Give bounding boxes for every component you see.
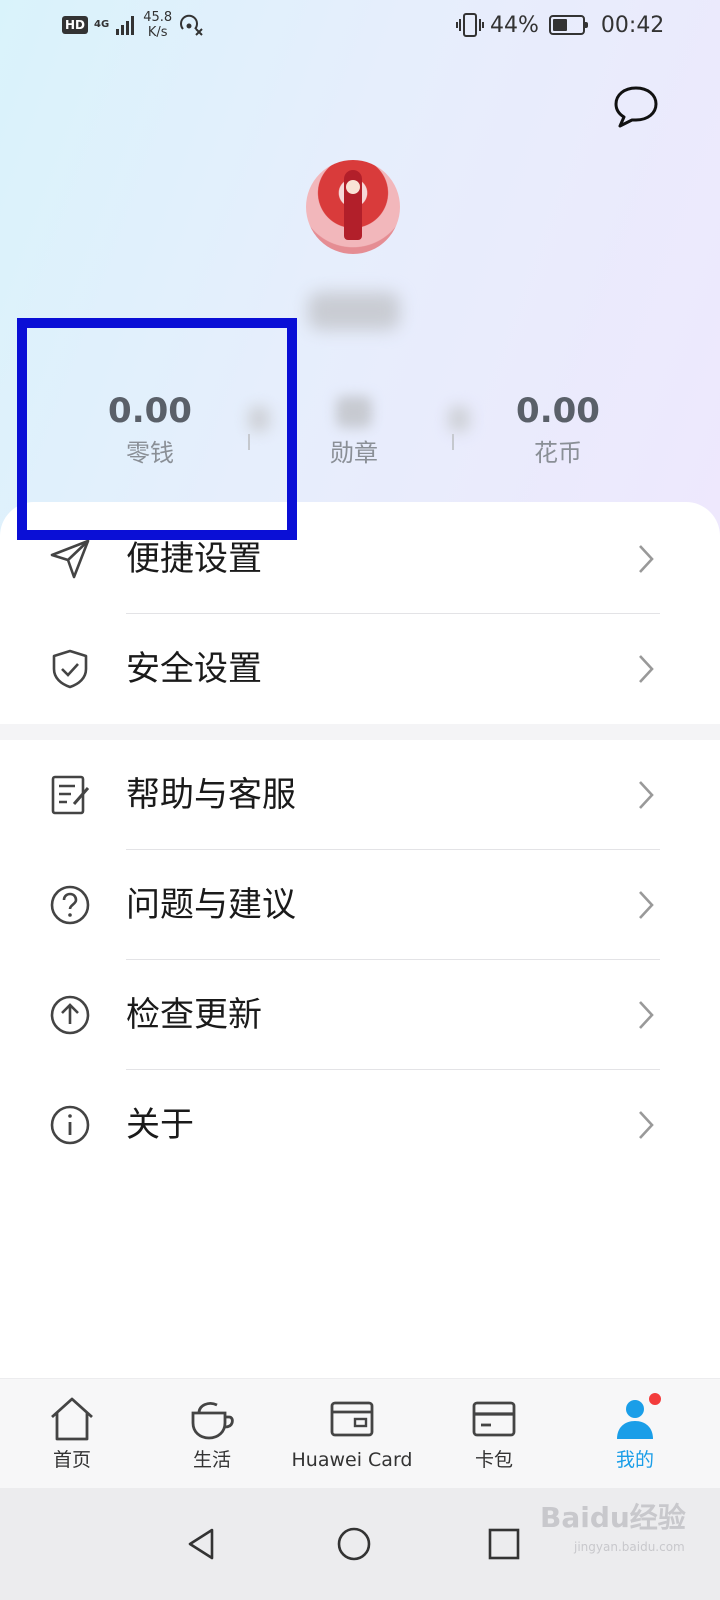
watermark-url: jingyan.baidu.com	[574, 1540, 685, 1554]
network-speed: 45.8 K/s	[143, 10, 172, 40]
chevron-right-icon	[639, 655, 654, 683]
menu-label: 问题与建议	[126, 885, 296, 925]
chevron-right-icon	[639, 1111, 654, 1139]
upload-arrow-icon	[50, 995, 90, 1035]
vibrate-icon	[456, 13, 484, 37]
avatar[interactable]	[306, 160, 400, 254]
back-icon[interactable]	[182, 1524, 222, 1564]
hd-badge: HD	[62, 16, 89, 34]
tab-me[interactable]: 我的	[563, 1379, 707, 1489]
speed-unit: K/s	[147, 25, 168, 40]
message-icon[interactable]	[612, 84, 660, 130]
battery-icon	[548, 15, 588, 35]
menu-label: 关于	[126, 1105, 194, 1145]
menu-label: 帮助与客服	[126, 775, 296, 815]
recents-square-icon[interactable]	[484, 1524, 524, 1564]
question-icon	[50, 885, 90, 925]
menu-group-support: 帮助与客服 问题与建议 检查更新 关于	[0, 740, 720, 1180]
edit-note-icon	[51, 775, 90, 815]
wallet-icon	[472, 1401, 516, 1437]
cup-icon	[191, 1402, 234, 1440]
status-right: 44% 00:42	[456, 12, 664, 38]
menu-item-help-service[interactable]: 帮助与客服	[0, 740, 720, 850]
stat-flower-coins-label: 花币	[534, 439, 582, 467]
tab-home[interactable]: 首页	[0, 1379, 144, 1489]
stat-flower-coins-value: 0.00	[516, 391, 600, 431]
menu-item-check-update[interactable]: 检查更新	[0, 960, 720, 1070]
tab-huawei-card[interactable]: Huawei Card	[282, 1379, 422, 1489]
menu-label: 检查更新	[126, 995, 262, 1035]
chevron-right-icon	[639, 891, 654, 919]
send-icon	[50, 539, 90, 579]
status-bar: HD 4G 45.8 K/s 44% 00:42	[0, 0, 720, 52]
stat-flower-coins[interactable]: 0.00 花币	[458, 390, 658, 470]
tab-label: 卡包	[474, 1449, 513, 1471]
annotation-highlight-box	[17, 318, 297, 540]
notification-dot	[649, 1393, 661, 1405]
home-circle-icon[interactable]	[334, 1524, 374, 1564]
username-blurred	[308, 292, 400, 330]
tab-wallet[interactable]: 卡包	[422, 1379, 566, 1489]
home-icon	[51, 1397, 93, 1441]
menu-label: 便捷设置	[126, 539, 262, 579]
shield-icon	[52, 649, 88, 689]
section-separator	[0, 724, 720, 740]
speed-value: 45.8	[143, 10, 173, 25]
chevron-right-icon	[639, 545, 654, 573]
card-icon	[330, 1401, 374, 1437]
hotspot-off-icon	[180, 14, 203, 36]
chevron-right-icon	[639, 1001, 654, 1029]
menu-item-security-settings[interactable]: 安全设置	[0, 614, 720, 724]
chevron-right-icon	[639, 781, 654, 809]
bottom-tab-bar: 首页 生活 Huawei Card 卡包 我的	[0, 1378, 720, 1488]
battery-percent: 44%	[490, 12, 539, 38]
clock: 00:42	[600, 12, 665, 38]
tab-label: 首页	[52, 1449, 91, 1471]
stat-divider	[452, 434, 454, 450]
status-left: HD 4G 45.8 K/s	[62, 10, 204, 40]
network-type: 4G	[94, 19, 110, 30]
tab-life[interactable]: 生活	[140, 1379, 284, 1489]
menu-item-about[interactable]: 关于	[0, 1070, 720, 1180]
menu-label: 安全设置	[126, 649, 262, 689]
menu-item-feedback[interactable]: 问题与建议	[0, 850, 720, 960]
tab-label: 我的	[615, 1449, 654, 1471]
tab-label: Huawei Card	[291, 1449, 413, 1471]
info-icon	[50, 1105, 90, 1145]
signal-icon	[116, 16, 135, 35]
watermark-logo: Baidu经验	[540, 1501, 686, 1534]
tab-label: 生活	[192, 1449, 231, 1471]
